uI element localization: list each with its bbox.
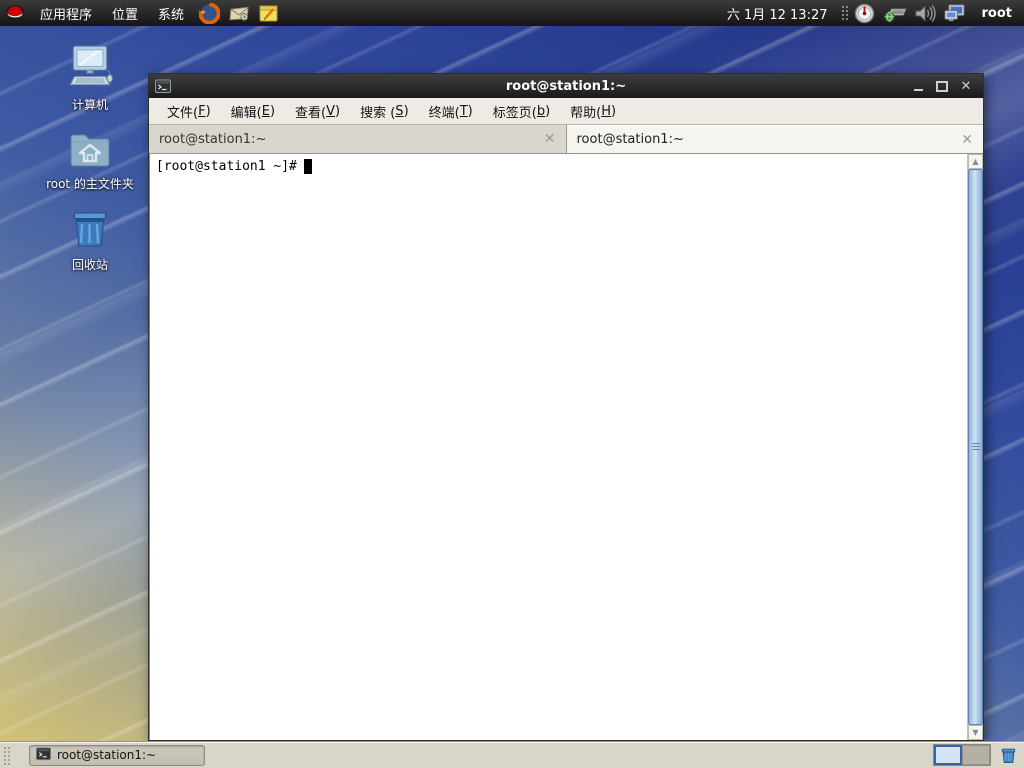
desktop-wallpaper: 计算机 root 的主文件夹 回收站 root@station1:~ ✕ 文件(… (0, 26, 1024, 742)
desktop-icon-computer[interactable]: 计算机 (34, 44, 146, 113)
tab-close-icon[interactable]: ✕ (961, 133, 973, 147)
workspace-switcher (933, 744, 991, 766)
workspace-1[interactable] (934, 745, 962, 765)
gedit-launcher-icon[interactable] (254, 0, 284, 26)
menu-tabs[interactable]: 标签页(b) (483, 98, 560, 124)
scroll-down-icon[interactable]: ▼ (968, 725, 983, 740)
tab-close-icon[interactable]: ✕ (544, 132, 556, 146)
terminal-window: root@station1:~ ✕ 文件(F) 编辑(E) 查看(V) 搜索 (… (148, 73, 984, 741)
maximize-button[interactable] (933, 78, 951, 94)
desktop-screen: 计算机 root 的主文件夹 回收站 root@station1:~ ✕ 文件(… (0, 0, 1024, 768)
terminal-scrollbar[interactable]: ▲ ▼ (967, 154, 983, 740)
bottom-taskbar: root@station1:~ (0, 741, 1024, 768)
trash-icon (67, 208, 113, 254)
tab-title: root@station1:~ (159, 131, 267, 147)
menu-help[interactable]: 帮助(H) (560, 98, 626, 124)
keyboard-input-tray-icon[interactable] (880, 0, 910, 26)
scrollbar-thumb[interactable] (968, 169, 983, 725)
terminal-task-icon (36, 746, 51, 764)
window-title: root@station1:~ (505, 78, 627, 94)
taskbar-right (933, 744, 1024, 766)
menu-edit[interactable]: 编辑(E) (221, 98, 285, 124)
panel-right: 六 1月 12 13:27 root (717, 0, 1024, 26)
computer-icon (65, 44, 115, 94)
volume-tray-icon[interactable] (910, 0, 940, 26)
menu-terminal[interactable]: 终端(T) (419, 98, 483, 124)
shell-prompt: [root@station1 ~]# (156, 159, 297, 174)
tab-title: root@station1:~ (576, 132, 684, 147)
desktop-icon-column: 计算机 root 的主文件夹 回收站 (34, 44, 146, 273)
workspace-2[interactable] (962, 745, 990, 765)
desktop-icon-home-folder[interactable]: root 的主文件夹 (34, 129, 146, 192)
task-button-terminal[interactable]: root@station1:~ (29, 744, 205, 766)
menu-system[interactable]: 系统 (148, 0, 194, 26)
terminal-text[interactable]: [root@station1 ~]# (150, 154, 967, 740)
desktop-icon-label: root 的主文件夹 (46, 177, 134, 191)
menu-applications[interactable]: 应用程序 (30, 0, 102, 26)
home-folder-icon (67, 129, 113, 173)
firefox-launcher-icon[interactable] (194, 0, 224, 26)
terminal-tabbar: root@station1:~ ✕ root@station1:~ ✕ (149, 125, 983, 154)
task-button-label: root@station1:~ (57, 748, 157, 762)
trash-applet-icon[interactable] (999, 746, 1018, 765)
redhat-menu-icon[interactable] (0, 0, 30, 26)
close-button[interactable]: ✕ (957, 78, 975, 94)
top-panel: 应用程序 位置 系统 六 1月 12 13:27 root (0, 0, 1024, 26)
tab-2[interactable]: root@station1:~ ✕ (566, 125, 983, 153)
user-label: root (981, 5, 1013, 21)
display-tray-icon[interactable] (940, 0, 970, 26)
scroll-up-icon[interactable]: ▲ (968, 154, 983, 169)
terminal-cursor (303, 159, 312, 174)
clock[interactable]: 六 1月 12 13:27 (717, 4, 838, 23)
taskbar-drag-handle[interactable] (2, 745, 11, 765)
minimize-button[interactable] (909, 78, 927, 94)
email-launcher-icon[interactable] (224, 0, 254, 26)
tab-1[interactable]: root@station1:~ ✕ (149, 125, 567, 153)
desktop-icon-label: 计算机 (71, 98, 108, 112)
terminal-menubar: 文件(F) 编辑(E) 查看(V) 搜索 (S) 终端(T) 标签页(b) 帮助… (149, 98, 983, 125)
panel-left: 应用程序 位置 系统 (0, 0, 284, 26)
menu-places[interactable]: 位置 (102, 0, 148, 26)
desktop-icon-label: 回收站 (71, 258, 108, 272)
menu-search[interactable]: 搜索 (S) (350, 98, 419, 124)
terminal-window-icon (155, 79, 171, 94)
terminal-content[interactable]: [root@station1 ~]# ▲ ▼ (149, 154, 983, 740)
desktop-icon-trash[interactable]: 回收站 (34, 208, 146, 273)
menu-view[interactable]: 查看(V) (285, 98, 350, 124)
menu-file[interactable]: 文件(F) (157, 98, 221, 124)
window-titlebar[interactable]: root@station1:~ ✕ (149, 74, 983, 98)
panel-drag-handle[interactable] (839, 4, 848, 22)
window-controls: ✕ (909, 78, 983, 94)
gauge-tray-icon[interactable] (850, 0, 880, 26)
